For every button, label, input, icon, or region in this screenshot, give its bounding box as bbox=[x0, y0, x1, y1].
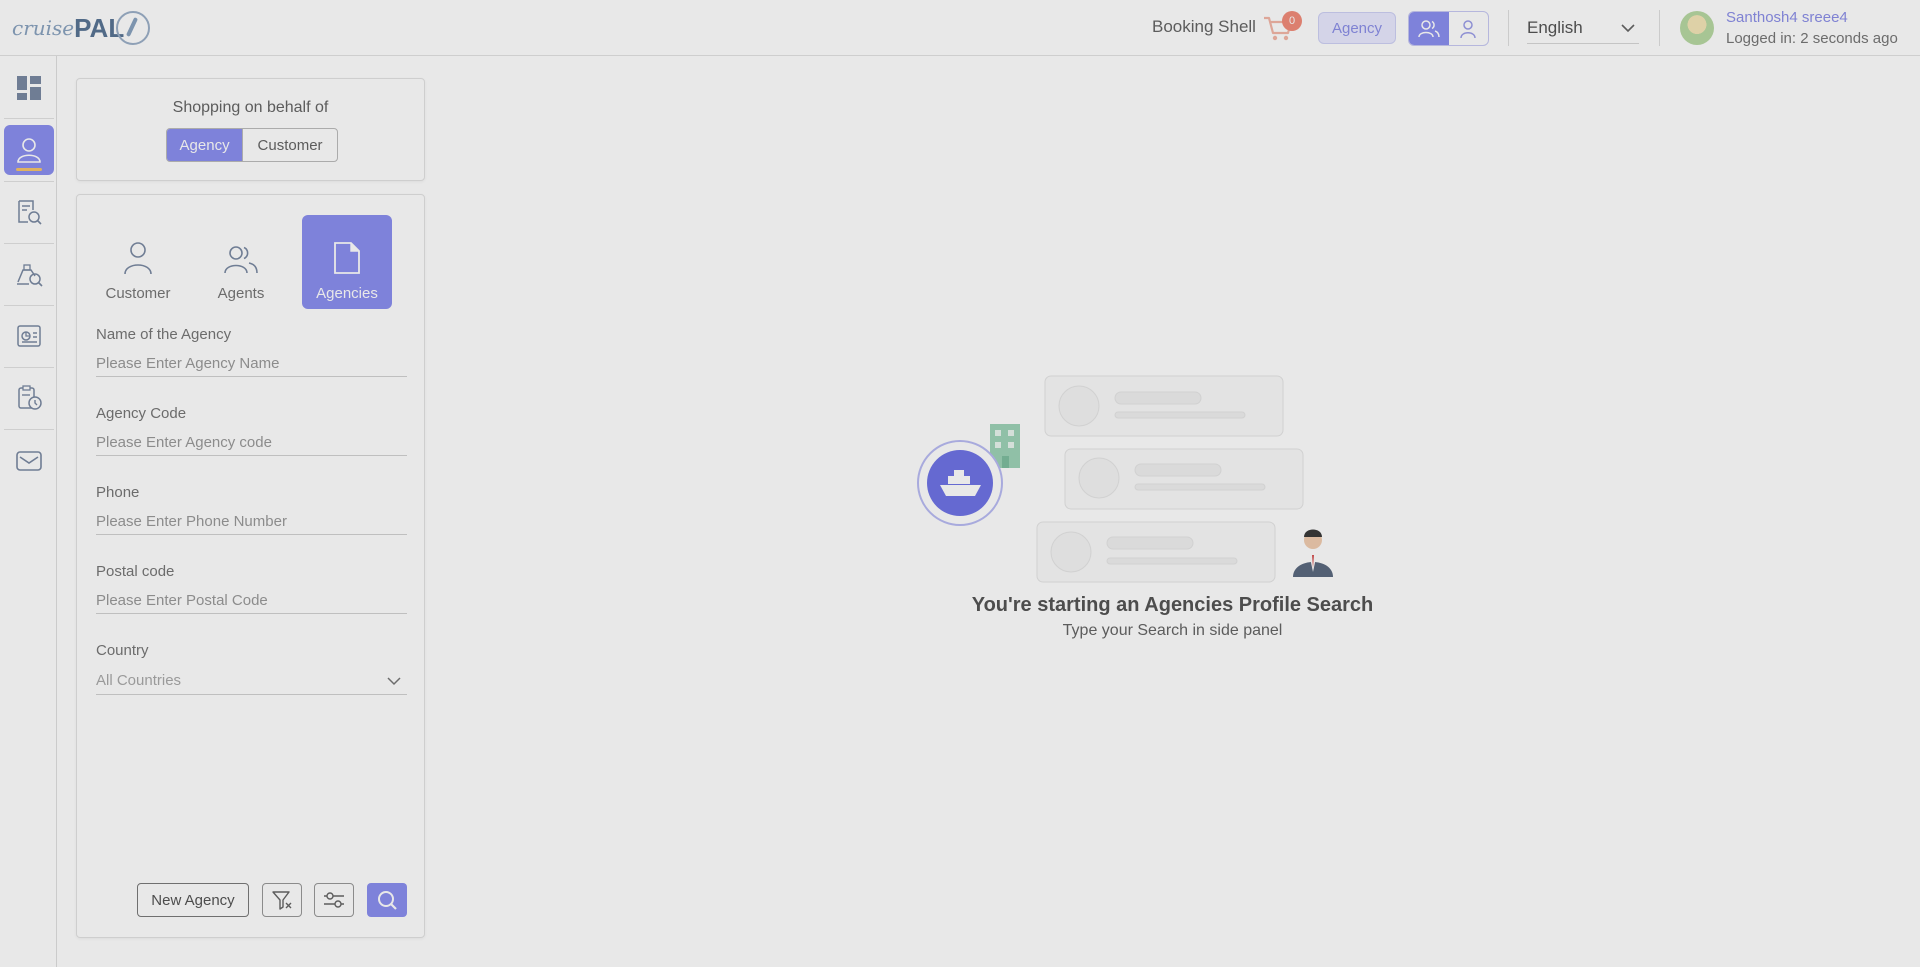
country-select[interactable]: All Countries bbox=[96, 667, 407, 695]
agency-badge[interactable]: Agency bbox=[1318, 12, 1396, 44]
history-icon bbox=[18, 385, 42, 410]
nav-dashboard[interactable] bbox=[4, 63, 54, 113]
country-field: Country All Countries bbox=[96, 642, 407, 695]
avatar[interactable] bbox=[1680, 11, 1714, 45]
shopping-behalf-panel: Shopping on behalf of Agency Customer bbox=[76, 78, 425, 181]
profile-search-icon bbox=[17, 138, 41, 163]
nav-booking-search[interactable] bbox=[4, 187, 54, 237]
search-panel: Customer Agents Agencies Name of the Age… bbox=[76, 194, 425, 938]
rail-divider bbox=[4, 243, 54, 244]
postal-code-field: Postal code bbox=[96, 563, 407, 614]
user-mode-toggle bbox=[1408, 11, 1489, 46]
type-agents-label: Agents bbox=[217, 285, 265, 302]
rail-divider bbox=[4, 305, 54, 306]
cruise-search-icon bbox=[17, 264, 43, 287]
reports-icon bbox=[17, 325, 41, 347]
agency-name-field: Name of the Agency bbox=[96, 326, 407, 377]
country-label: Country bbox=[96, 642, 149, 659]
language-value: English bbox=[1527, 17, 1583, 37]
behalf-customer-option[interactable]: Customer bbox=[242, 129, 337, 161]
chevron-down-icon bbox=[387, 676, 401, 685]
agency-code-input[interactable] bbox=[96, 430, 407, 456]
header-divider bbox=[1508, 10, 1509, 46]
new-agency-button[interactable]: New Agency bbox=[137, 883, 249, 917]
clear-filter-button[interactable] bbox=[262, 883, 302, 917]
booking-shell-label[interactable]: Booking Shell bbox=[1152, 17, 1256, 37]
placeholder-card bbox=[1036, 521, 1276, 583]
document-icon bbox=[334, 242, 360, 274]
top-bar: cruise PAL Booking Shell 0 Agency Englis… bbox=[0, 0, 1920, 56]
cruisepal-logo[interactable]: cruise PAL bbox=[12, 10, 151, 46]
phone-input[interactable] bbox=[96, 509, 407, 535]
agency-code-label: Agency Code bbox=[96, 405, 187, 422]
people-icon bbox=[224, 246, 258, 274]
people-icon bbox=[1418, 19, 1440, 37]
businessman-icon bbox=[1293, 529, 1333, 577]
empty-state-title: You're starting an Agencies Profile Sear… bbox=[971, 594, 1374, 616]
country-value: All Countries bbox=[96, 672, 182, 689]
dashboard-icon bbox=[17, 76, 41, 100]
cruise-ship-icon bbox=[917, 440, 1003, 526]
behalf-agency-option[interactable]: Agency bbox=[167, 129, 243, 161]
search-settings-button[interactable] bbox=[314, 883, 354, 917]
postal-code-label: Postal code bbox=[96, 563, 175, 580]
nav-reports[interactable] bbox=[4, 311, 54, 361]
logo-text-cruise: cruise bbox=[12, 16, 75, 40]
language-select[interactable]: English bbox=[1527, 12, 1639, 44]
chevron-down-icon bbox=[1621, 23, 1635, 32]
person-icon bbox=[1460, 19, 1476, 38]
type-customer-tab[interactable]: Customer bbox=[93, 215, 183, 309]
behalf-title: Shopping on behalf of bbox=[172, 99, 329, 116]
nav-rail bbox=[0, 56, 57, 967]
nav-cruise-search[interactable] bbox=[4, 249, 54, 299]
sliders-icon bbox=[324, 892, 344, 908]
group-mode-button[interactable] bbox=[1409, 12, 1449, 45]
search-button[interactable] bbox=[367, 883, 407, 917]
phone-field: Phone bbox=[96, 484, 407, 535]
cart-count-badge: 0 bbox=[1282, 11, 1302, 31]
single-mode-button[interactable] bbox=[1449, 12, 1489, 45]
type-customer-label: Customer bbox=[105, 285, 171, 302]
postal-code-input[interactable] bbox=[96, 588, 407, 614]
empty-state-subtitle: Type your Search in side panel bbox=[1062, 622, 1283, 639]
mail-icon bbox=[16, 451, 42, 471]
person-icon bbox=[124, 242, 152, 275]
agency-code-field: Agency Code bbox=[96, 405, 407, 456]
rail-divider bbox=[4, 429, 54, 430]
user-name[interactable]: Santhosh4 sreee4 bbox=[1726, 9, 1848, 26]
phone-label: Phone bbox=[96, 484, 140, 501]
nav-mail[interactable] bbox=[4, 436, 54, 486]
login-status: Logged in: 2 seconds ago bbox=[1726, 30, 1898, 47]
placeholder-card bbox=[1044, 375, 1284, 437]
nav-profile-search[interactable] bbox=[4, 125, 54, 175]
type-agents-tab[interactable]: Agents bbox=[196, 215, 286, 309]
rail-divider bbox=[4, 118, 54, 119]
rail-divider bbox=[4, 367, 54, 368]
nav-history[interactable] bbox=[4, 373, 54, 423]
placeholder-card bbox=[1064, 448, 1304, 510]
search-icon bbox=[378, 891, 397, 910]
header-divider bbox=[1659, 10, 1660, 46]
agency-name-label: Name of the Agency bbox=[96, 326, 232, 343]
filter-clear-icon bbox=[272, 891, 292, 910]
logo-swoosh-icon bbox=[116, 11, 151, 45]
empty-state-illustration bbox=[917, 375, 1333, 583]
type-agencies-label: Agencies bbox=[316, 285, 378, 302]
rail-divider bbox=[4, 181, 54, 182]
behalf-toggle: Agency Customer bbox=[166, 128, 338, 162]
agency-name-input[interactable] bbox=[96, 351, 407, 377]
type-agencies-tab[interactable]: Agencies bbox=[302, 215, 392, 309]
booking-search-icon bbox=[18, 200, 42, 225]
